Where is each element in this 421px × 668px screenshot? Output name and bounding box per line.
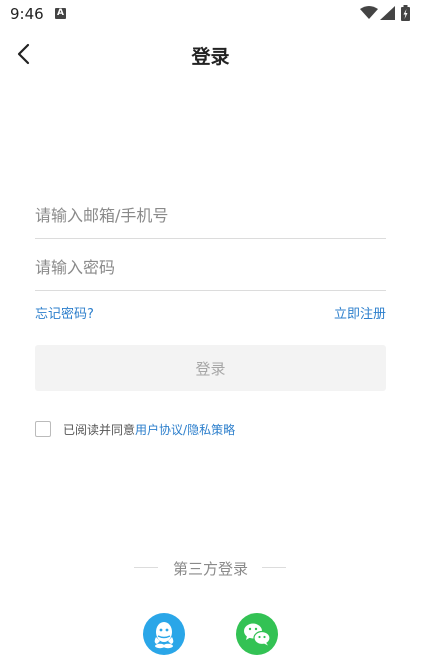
third-party-label: 第三方登录 — [172, 560, 248, 578]
login-button[interactable]: 登录 — [35, 345, 386, 391]
agreement-prefix: 已阅读并同意 — [63, 423, 136, 437]
header: 登录 — [0, 30, 421, 78]
notification-a-icon: A — [55, 8, 66, 19]
user-agreement-link[interactable]: 用户协议 — [135, 423, 183, 437]
third-party-divider: 第三方登录 — [0, 558, 421, 578]
wechat-icon — [244, 623, 271, 646]
signal-icon — [380, 6, 395, 20]
password-field-row — [35, 244, 386, 291]
forgot-password-link[interactable]: 忘记密码? — [35, 303, 94, 322]
privacy-policy-link[interactable]: 隐私策略 — [187, 423, 235, 437]
page-title: 登录 — [191, 46, 230, 68]
qq-icon — [154, 622, 174, 649]
wifi-icon — [360, 6, 378, 19]
status-bar: 9:46 A — [0, 0, 421, 28]
email-phone-field-row — [35, 192, 386, 239]
register-link[interactable]: 立即注册 — [334, 303, 386, 322]
status-time: 9:46 — [10, 5, 44, 23]
password-input[interactable] — [35, 244, 386, 290]
agreement-checkbox[interactable] — [35, 421, 51, 437]
qq-login-button[interactable] — [143, 613, 185, 655]
battery-charging-icon — [401, 5, 410, 21]
agreement-text: 已阅读并同意用户协议/隐私策略 — [63, 421, 235, 438]
wechat-login-button[interactable] — [236, 613, 278, 655]
divider-line-right — [262, 567, 286, 568]
email-phone-input[interactable] — [35, 192, 386, 238]
